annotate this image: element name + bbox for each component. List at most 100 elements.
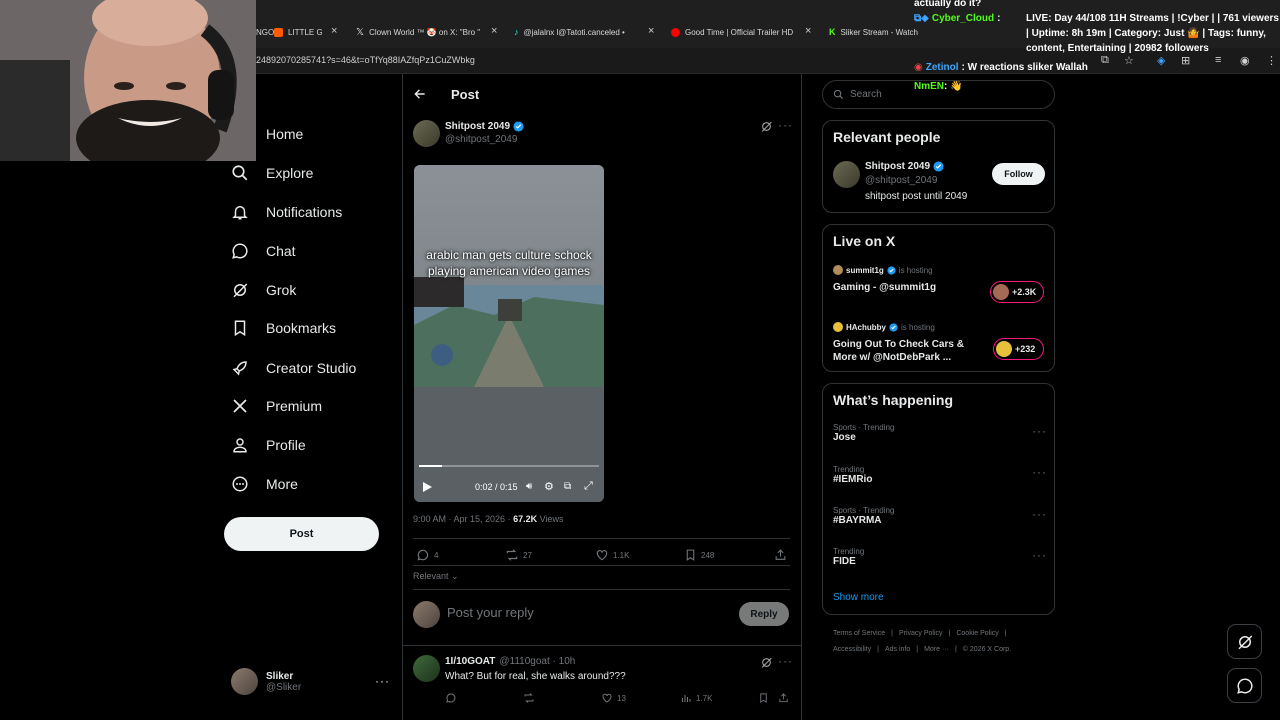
live-host-row[interactable]: HAchubby is hosting: [833, 322, 935, 332]
nav-item-creator-studio[interactable]: Creator Studio: [230, 356, 356, 380]
nav-item-explore[interactable]: Explore: [230, 161, 313, 185]
avatar[interactable]: [833, 161, 860, 188]
reply-button[interactable]: Reply: [739, 602, 789, 626]
comment-share-action[interactable]: [778, 692, 789, 704]
more-dots-icon[interactable]: ···: [1032, 548, 1047, 562]
nav-item-profile[interactable]: Profile: [230, 433, 306, 457]
grok-icon[interactable]: [760, 120, 773, 133]
whats-happening-card: What’s happening Sports · Trending Jose …: [822, 383, 1055, 615]
settings-icon[interactable]: ⚙: [544, 480, 554, 493]
comment-handle[interactable]: @1110goat · 10h: [499, 656, 575, 667]
close-icon[interactable]: ×: [331, 26, 337, 37]
browser-tab[interactable]: NGO: [256, 22, 276, 42]
more-dots-icon[interactable]: ···: [1032, 465, 1047, 479]
video-progress-track[interactable]: [419, 465, 599, 467]
bookmark-action[interactable]: 248: [684, 548, 714, 562]
close-icon[interactable]: ×: [805, 26, 811, 37]
live-host-row[interactable]: summit1g is hosting: [833, 265, 933, 275]
reply-input[interactable]: Post your reply: [447, 605, 534, 620]
nav-item-grok[interactable]: Grok: [230, 278, 296, 302]
trend-item[interactable]: Sports · Trending #BAYRMA: [833, 506, 894, 526]
post-timestamp[interactable]: 9:00 AM · Apr 15, 2026 ·: [413, 514, 513, 524]
author-handle[interactable]: @shitpost_2049: [445, 134, 517, 145]
browser-tab[interactable]: 𝕏 Clown World ™ 🤡 on X: "Bro ": [356, 22, 482, 42]
trend-item[interactable]: Trending FIDE: [833, 547, 864, 567]
trend-name: #IEMRio: [833, 474, 873, 485]
volume-icon[interactable]: 🔊︎: [526, 481, 532, 492]
browser-tab[interactable]: Good Time | Official Trailer HD: [671, 22, 797, 42]
live-title[interactable]: Going Out To Check Cars & More w/ @NotDe…: [833, 338, 983, 364]
share-action[interactable]: [774, 548, 787, 562]
comment-repost-action[interactable]: [523, 692, 539, 704]
more-dots-icon[interactable]: ···: [375, 674, 390, 688]
chat-line: ◉ Zetinol : W reactions sliker Wallah: [914, 60, 1088, 75]
close-icon[interactable]: ×: [648, 26, 654, 37]
footer-link[interactable]: Accessibility: [833, 646, 871, 653]
more-dots-icon[interactable]: ···: [778, 654, 793, 668]
comment-avatar[interactable]: [413, 655, 440, 682]
comment-like-count: 13: [617, 693, 626, 703]
more-dots-icon[interactable]: ···: [1032, 507, 1047, 521]
divider: [413, 589, 790, 590]
verified-badge-icon: [513, 121, 524, 132]
follow-button[interactable]: Follow: [992, 163, 1045, 185]
pip-icon[interactable]: ⧉: [564, 481, 571, 492]
footer-link[interactable]: Ads info: [885, 646, 910, 653]
footer-link[interactable]: Terms of Service: [833, 630, 885, 637]
show-more-link[interactable]: Show more: [833, 592, 884, 603]
comment-bookmark-action[interactable]: [758, 692, 769, 704]
comment-reply-action[interactable]: [445, 692, 461, 704]
repost-icon: [506, 549, 518, 561]
nav-item-bookmarks[interactable]: Bookmarks: [230, 316, 336, 340]
author-name-row[interactable]: Shitpost 2049: [445, 121, 524, 132]
search-input[interactable]: Search: [822, 80, 1055, 109]
footer-link[interactable]: Privacy Policy: [899, 630, 943, 637]
verified-badge-icon: [933, 161, 944, 172]
avatar: [833, 322, 843, 332]
nav-item-home[interactable]: Home: [230, 122, 303, 146]
grok-icon[interactable]: [760, 656, 773, 669]
fullscreen-icon[interactable]: ⤢: [584, 480, 593, 493]
close-icon[interactable]: ×: [491, 26, 497, 37]
nav-item-chat[interactable]: Chat: [230, 239, 296, 263]
back-arrow-icon[interactable]: [413, 87, 427, 101]
comment-views-action[interactable]: 1.7K: [680, 692, 712, 704]
video-player[interactable]: arabic man gets culture schock playing a…: [414, 165, 604, 502]
avatar: [993, 284, 1009, 300]
play-icon[interactable]: [422, 481, 433, 493]
comment-like-action[interactable]: 13: [601, 692, 626, 704]
trend-category: Trending: [833, 465, 865, 474]
like-action[interactable]: 1.1K: [595, 548, 629, 562]
footer-link[interactable]: Cookie Policy: [956, 630, 998, 637]
live-listener-pill[interactable]: +2.3K: [990, 281, 1044, 303]
sort-dropdown[interactable]: Relevant ⌄: [413, 571, 459, 582]
more-dots-icon[interactable]: ···: [778, 118, 793, 132]
verified-badge-icon: [887, 265, 896, 275]
nav-item-notifications[interactable]: Notifications: [230, 200, 342, 224]
video-time: 0:02 / 0:15: [475, 482, 518, 492]
live-title[interactable]: Gaming - @summit1g: [833, 282, 936, 293]
footer-link[interactable]: More ···: [924, 646, 949, 653]
browser-tab[interactable]: K Sliker Stream - Watch: [829, 22, 919, 42]
nav-item-more[interactable]: More: [230, 472, 298, 496]
account-switcher[interactable]: Sliker @Sliker: [231, 668, 301, 695]
browser-tab[interactable]: LITTLE GIR: [274, 22, 322, 42]
live-listener-pill[interactable]: +232: [993, 338, 1044, 360]
nav-item-premium[interactable]: Premium: [230, 394, 322, 418]
post-button[interactable]: Post: [224, 517, 379, 551]
browser-tab[interactable]: ♪ @jalalnx l@Tatoti.canceled •: [514, 22, 638, 42]
trend-item[interactable]: Sports · Trending Jose: [833, 423, 894, 443]
comment-author-name[interactable]: 1I/10GOAT: [445, 656, 495, 667]
grok-icon: [230, 280, 250, 300]
trend-item[interactable]: Trending #IEMRio: [833, 465, 872, 485]
chat-float-button[interactable]: [1227, 668, 1262, 703]
author-avatar[interactable]: [413, 120, 440, 147]
reply-action[interactable]: 4: [416, 548, 438, 562]
grok-float-button[interactable]: [1227, 624, 1262, 659]
footer-copyright: © 2026 X Corp.: [962, 646, 1012, 653]
avatar: [231, 668, 258, 695]
person-name-row[interactable]: Shitpost 2049: [865, 161, 944, 172]
stream-info-text: LIVE: Day 44/108 11H Streams | !Cyber | …: [1026, 13, 1279, 54]
repost-action[interactable]: 27: [505, 548, 532, 562]
more-dots-icon[interactable]: ···: [1032, 424, 1047, 438]
